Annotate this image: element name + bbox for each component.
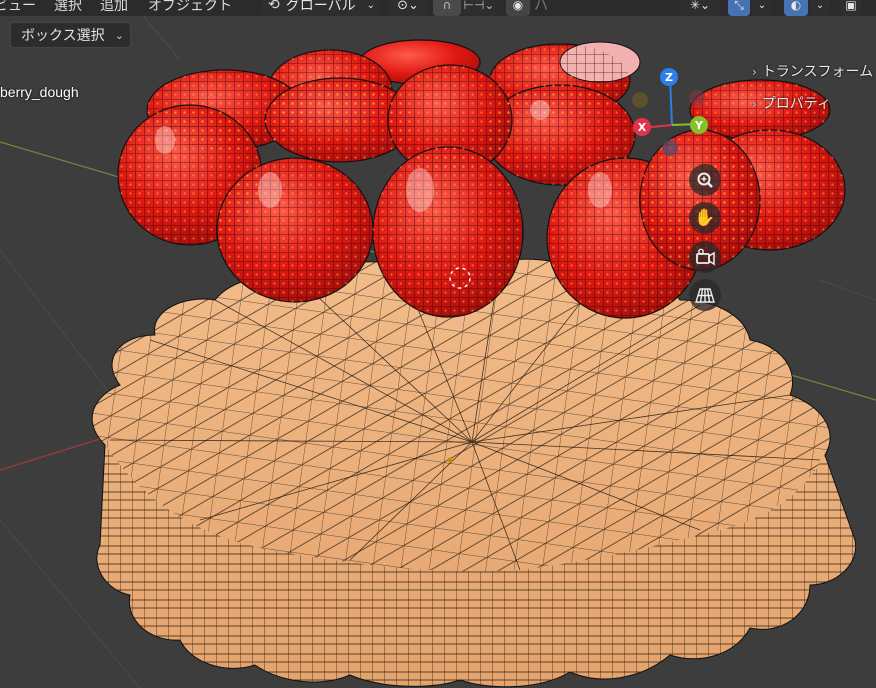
- gizmo-y-label: Y: [695, 118, 703, 132]
- zoom-button[interactable]: [689, 164, 721, 196]
- transform-gizmo-icon: ⤡: [734, 0, 744, 12]
- overlays-button[interactable]: ◐: [784, 0, 808, 16]
- active-object-name: berry_dough: [0, 84, 79, 100]
- menu-view[interactable]: ビュー: [0, 0, 36, 15]
- pan-button[interactable]: ✋: [689, 202, 721, 234]
- panel-transform[interactable]: › トランスフォーム: [752, 61, 873, 81]
- chevron-down-icon: ⌄: [114, 28, 124, 42]
- show-gizmo-button[interactable]: ⤡: [728, 0, 750, 16]
- proportional-edit-icon: ◉: [512, 0, 524, 12]
- select-mode-dropdown[interactable]: ボックス選択 ⌄: [10, 22, 131, 48]
- transform-orientation-dropdown[interactable]: ⟲ グローバル ⌄: [262, 0, 380, 16]
- xray-toggle[interactable]: ▣: [840, 0, 862, 16]
- gizmo-x-axis[interactable]: X: [633, 118, 651, 136]
- panel-properties[interactable]: › プロパティ: [752, 93, 831, 113]
- camera-view-button[interactable]: [689, 241, 721, 273]
- strawberry-cluster: [117, 39, 846, 319]
- transform-orientation-label: グローバル: [285, 0, 356, 14]
- 3d-viewport[interactable]: ビュー 選択 追加 オブジェクト ⟲ グローバル ⌄ ⊙⌄ ∩ ⊢⊣⌄ ◉ ハ …: [0, 0, 876, 688]
- menu-add[interactable]: 追加: [100, 0, 128, 15]
- select-mode-label: ボックス選択: [21, 28, 105, 44]
- camera-icon: [696, 248, 715, 266]
- panel-transform-label: トランスフォーム: [761, 64, 874, 80]
- gizmo-x-label: X: [637, 120, 647, 134]
- proportional-edit-toggle[interactable]: ◉: [506, 0, 530, 16]
- xray-icon: ▣: [845, 0, 857, 12]
- menu-object[interactable]: オブジェクト: [148, 0, 232, 15]
- hand-icon: ✋: [694, 208, 716, 228]
- overlays-options-dropdown[interactable]: ⌄: [810, 0, 830, 16]
- magnet-icon: ∩: [442, 0, 452, 12]
- scene-render[interactable]: [0, 0, 876, 688]
- overlays-icon: ◐: [790, 0, 802, 12]
- dough-base: [91, 256, 857, 688]
- menu-select[interactable]: 選択: [54, 0, 82, 15]
- perspective-toggle-button[interactable]: [689, 279, 721, 311]
- increment-icon: ⊢⊣⌄: [463, 0, 495, 12]
- proportional-falloff-dropdown[interactable]: ハ: [534, 0, 548, 15]
- chevron-down-icon: ⌄: [757, 0, 767, 11]
- gizmo-icon: ✳⌄: [689, 0, 711, 12]
- gizmo-options-dropdown[interactable]: ⌄: [752, 0, 772, 16]
- panel-properties-label: プロパティ: [761, 96, 831, 112]
- snap-target-dropdown[interactable]: ⊢⊣⌄: [462, 0, 496, 16]
- gizmo-y-axis[interactable]: Y: [690, 116, 708, 134]
- grid-icon: [695, 288, 715, 303]
- chevron-down-icon: ⌄: [815, 0, 825, 11]
- gizmo-z-axis[interactable]: Z: [660, 68, 678, 86]
- snap-toggle[interactable]: ∩: [433, 0, 461, 16]
- chevron-right-icon: ›: [752, 65, 757, 79]
- zoom-icon: [697, 172, 713, 188]
- header-bar: ビュー 選択 追加 オブジェクト ⟲ グローバル ⌄ ⊙⌄ ∩ ⊢⊣⌄ ◉ ハ …: [0, 0, 876, 16]
- chevron-down-icon: ⌄: [366, 0, 375, 11]
- chevron-right-icon: ›: [752, 97, 757, 111]
- viewport-gizmo-toggle[interactable]: ✳⌄: [680, 0, 720, 16]
- gizmo-z-label: Z: [665, 70, 673, 84]
- object-origin: [447, 457, 453, 463]
- pivot-icon: ⊙⌄: [397, 0, 419, 13]
- pivot-point-dropdown[interactable]: ⊙⌄: [388, 0, 428, 16]
- orientation-icon: ⟲: [268, 0, 280, 13]
